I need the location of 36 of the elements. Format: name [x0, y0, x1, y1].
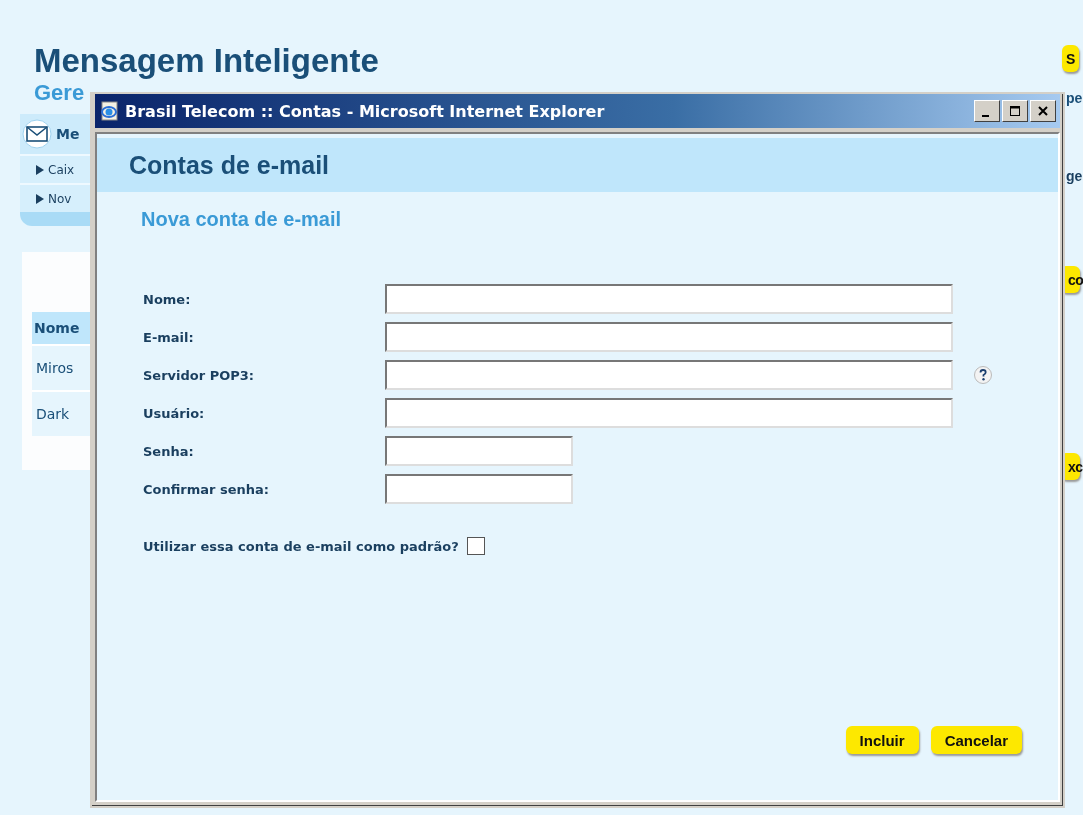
partial-text: pe: [1066, 90, 1083, 106]
checkbox-label: Utilizar essa conta de e-mail como padrão?: [143, 538, 459, 554]
action-button[interactable]: Incluir: [845, 726, 919, 754]
field-label: Senha:: [143, 443, 195, 459]
field-label: Usuário:: [143, 405, 206, 421]
partial-button[interactable]: S: [1062, 45, 1080, 72]
field-label: Confirmar senha:: [143, 481, 271, 497]
app-subtitle: Gere: [34, 80, 86, 106]
envelope-icon: [22, 119, 52, 149]
close-button[interactable]: [1030, 100, 1056, 122]
section-heading: Nova conta de e-mail: [141, 208, 343, 231]
input-field[interactable]: [385, 360, 953, 390]
input-field[interactable]: [385, 322, 953, 352]
input-field[interactable]: [385, 398, 953, 428]
input-field[interactable]: [385, 436, 573, 466]
page-heading: Contas de e-mail: [129, 150, 330, 180]
browser-icon: [99, 101, 119, 121]
partial-text: ge: [1066, 168, 1083, 184]
triangle-icon: [36, 193, 44, 204]
minimize-icon: [981, 115, 989, 117]
input-field[interactable]: [385, 474, 573, 504]
app-title: Mensagem Inteligente: [34, 42, 380, 80]
window-title: Brasil Telecom :: Contas - Microsoft Internet Explorer: [125, 101, 606, 121]
triangle-icon: [36, 164, 44, 175]
minimize-button[interactable]: [974, 100, 1000, 122]
help-icon[interactable]: [973, 365, 993, 385]
close-icon: [1037, 105, 1049, 117]
checkbox[interactable]: [466, 537, 485, 555]
field-label: Servidor POP3:: [143, 367, 256, 383]
field-label: Nome:: [143, 291, 192, 307]
input-field[interactable]: [385, 284, 953, 314]
maximize-button[interactable]: [1002, 100, 1028, 122]
maximize-icon: [1009, 105, 1021, 117]
action-button[interactable]: Cancelar: [930, 726, 1022, 754]
field-label: E-mail:: [143, 329, 195, 345]
menu-heading: Me: [56, 126, 80, 142]
